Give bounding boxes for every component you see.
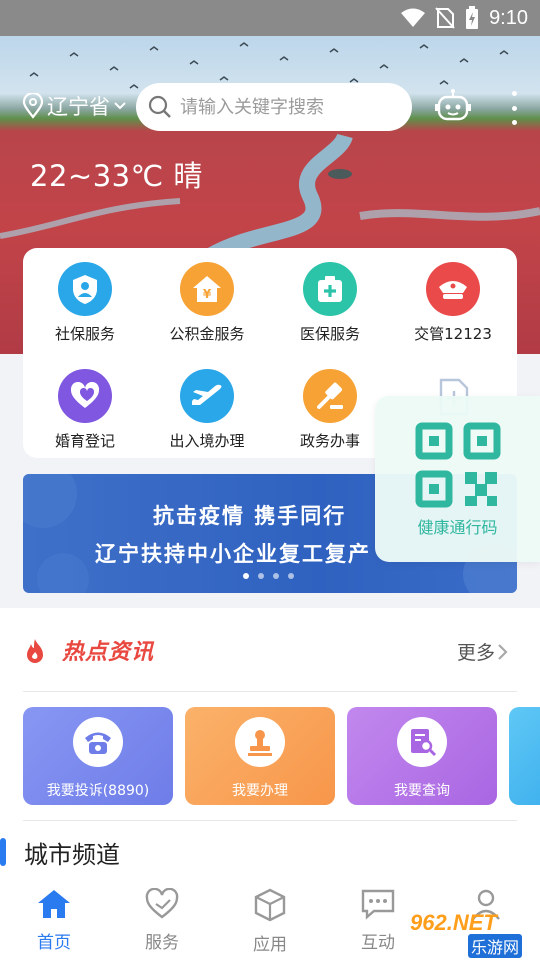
health-code-label: 健康通行码 xyxy=(417,518,498,537)
chevron-right-icon xyxy=(498,643,508,660)
divider xyxy=(23,691,517,692)
service-marriage[interactable]: 婚育登记 xyxy=(23,369,147,451)
service-label: 交管12123 xyxy=(414,325,492,343)
social-security-icon xyxy=(58,262,112,316)
carousel-dot[interactable] xyxy=(243,573,249,579)
site-watermark: 962.NET 乐游网 xyxy=(402,908,538,958)
service-label: 社保服务 xyxy=(54,325,115,343)
banner-headline: 抗击疫情 携手同行 xyxy=(153,504,347,528)
service-label: 政务办事 xyxy=(299,432,360,450)
carousel-dot[interactable] xyxy=(288,573,294,579)
tab-label: 应用 xyxy=(253,935,287,955)
tab-label: 首页 xyxy=(37,933,71,953)
svg-text:¥: ¥ xyxy=(203,287,212,301)
service-label: 婚育登记 xyxy=(54,432,115,450)
more-news-link[interactable]: 更多 xyxy=(457,638,509,665)
location-selector[interactable]: 辽宁省 xyxy=(22,91,127,121)
section-marker xyxy=(0,838,6,866)
search-doc-icon xyxy=(397,717,447,767)
stamp-icon xyxy=(235,717,285,767)
qr-code-icon xyxy=(415,422,501,508)
battery-charging-icon xyxy=(466,6,479,29)
tab-home[interactable]: 首页 xyxy=(14,888,94,953)
divider xyxy=(23,820,517,821)
hot-news-title: 热点资讯 xyxy=(62,640,155,665)
tab-apps[interactable]: 应用 xyxy=(230,888,310,955)
chevron-down-icon xyxy=(114,102,126,110)
housing-fund-icon: ¥ xyxy=(180,262,234,316)
medical-insurance-icon xyxy=(303,262,357,316)
carousel-indicator xyxy=(243,573,294,579)
phone-icon xyxy=(73,717,123,767)
action-label: 我要查询 xyxy=(394,783,450,799)
banner-subheadline: 辽宁扶持中小企业复工复产 xyxy=(95,542,371,566)
service-label: 出入境办理 xyxy=(169,432,245,450)
action-label: 我要投诉(8890) xyxy=(46,783,150,799)
cube-icon xyxy=(254,888,286,922)
service-label: 公积金服务 xyxy=(169,325,245,343)
fire-icon xyxy=(27,639,43,663)
city-channel-title: 城市频道 xyxy=(24,840,120,869)
airplane-icon xyxy=(180,369,234,423)
clock: 9:10 xyxy=(489,6,528,29)
complaint-button[interactable]: 我要投诉(8890) xyxy=(23,707,173,805)
carousel-dot[interactable] xyxy=(273,573,279,579)
search-icon xyxy=(148,95,171,118)
gavel-icon xyxy=(303,369,357,423)
service-medical-insurance[interactable]: 医保服务 xyxy=(268,262,392,344)
service-immigration[interactable]: 出入境办理 xyxy=(145,369,269,451)
watermark-brand: 962.NET xyxy=(410,910,497,935)
more-label: 更多 xyxy=(457,642,496,664)
search-bar[interactable] xyxy=(136,83,412,131)
health-code-button[interactable]: 健康通行码 xyxy=(375,396,540,562)
search-input[interactable] xyxy=(180,96,400,118)
home-icon xyxy=(38,890,70,918)
action-label: 我要办理 xyxy=(232,783,288,799)
chat-icon xyxy=(361,889,395,920)
more-menu-button[interactable] xyxy=(508,91,520,125)
service-social-security[interactable]: 社保服务 xyxy=(23,262,147,344)
service-label: 医保服务 xyxy=(299,325,360,343)
tab-services[interactable]: 服务 xyxy=(122,887,202,953)
no-sim-icon xyxy=(435,7,455,29)
carousel-dot[interactable] xyxy=(258,573,264,579)
query-button[interactable]: 我要查询 xyxy=(347,707,497,805)
robot-assistant-icon[interactable] xyxy=(435,89,471,123)
status-bar: 9:10 xyxy=(0,0,540,36)
watermark-site: 乐游网 xyxy=(468,934,523,958)
next-action-button[interactable] xyxy=(509,707,540,805)
top-bar: 辽宁省 xyxy=(0,83,540,133)
location-label: 辽宁省 xyxy=(47,95,110,119)
weather-text: 22~33℃ 晴 xyxy=(30,159,203,193)
marriage-icon xyxy=(58,369,112,423)
city-channel-header: 城市频道 xyxy=(0,834,120,870)
traffic-police-icon xyxy=(426,262,480,316)
service-traffic-police[interactable]: 交管12123 xyxy=(391,262,515,344)
service-government-affairs[interactable]: 政务办事 xyxy=(268,369,392,451)
handle-affairs-button[interactable]: 我要办理 xyxy=(185,707,335,805)
heart-hands-icon xyxy=(145,887,179,919)
wifi-icon xyxy=(401,8,426,27)
tab-label: 服务 xyxy=(145,933,179,953)
service-housing-fund[interactable]: ¥ 公积金服务 xyxy=(145,262,269,344)
location-pin-icon xyxy=(22,93,44,119)
